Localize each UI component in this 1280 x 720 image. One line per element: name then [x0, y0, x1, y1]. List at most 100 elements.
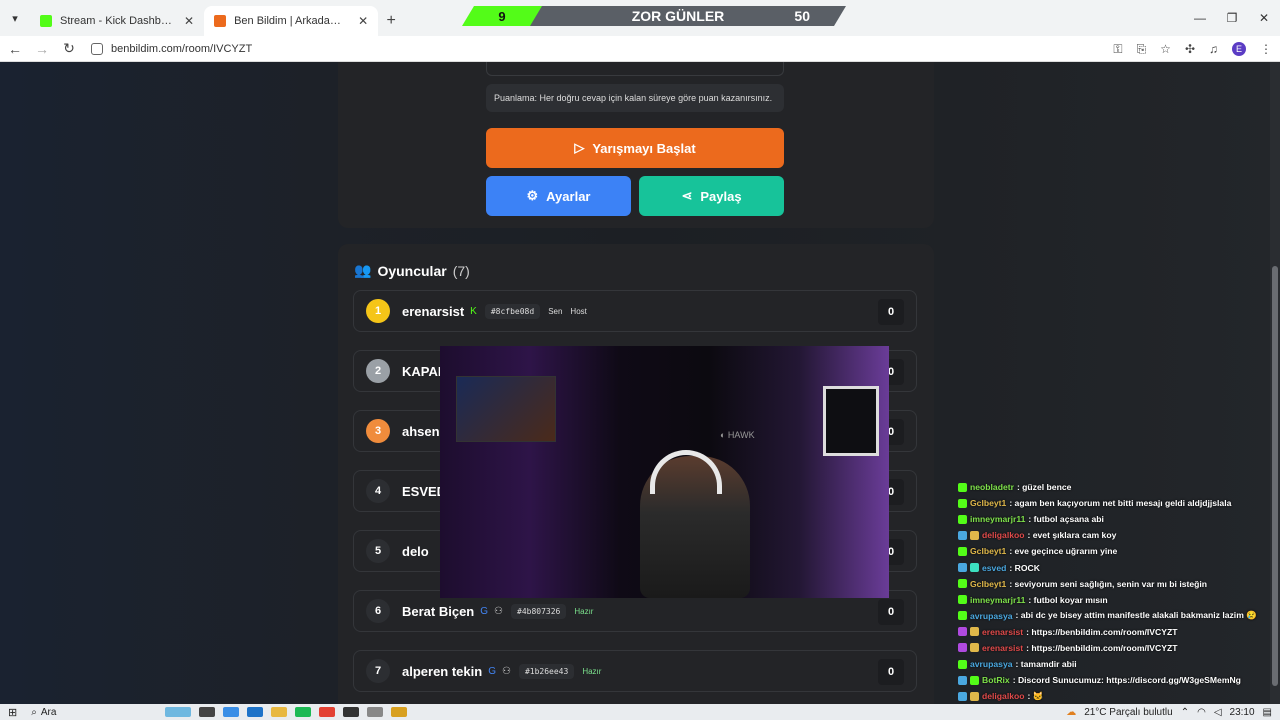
overlay-left-value: 9 [462, 6, 542, 26]
chrome-icon[interactable] [318, 707, 335, 717]
badge-icon [958, 643, 967, 653]
badge-icon [970, 563, 979, 573]
badge-icon [958, 530, 967, 540]
window-controls: — ❐ ✕ [1184, 0, 1280, 36]
badge-icon [970, 675, 979, 685]
chat-message: imneymarjr11: futbol açsana abi [958, 511, 1268, 527]
kick-app-icon[interactable] [342, 707, 359, 717]
spotify-icon[interactable] [294, 707, 311, 717]
edge-icon[interactable] [246, 707, 263, 717]
chat-message: Gclbeyt1: seviyorum seni sağlığın, senin… [958, 576, 1268, 592]
scoring-info: Puanlama: Her doğru cevap için kalan sür… [486, 84, 784, 112]
extensions-icon[interactable]: ✣ [1185, 42, 1195, 56]
toolbar-actions: ⚿ ⎘ ☆ ✣ ♫ E ⋮ [1113, 36, 1272, 62]
wifi-icon[interactable]: ◠ [1197, 707, 1206, 718]
app-icon[interactable] [390, 707, 407, 717]
badge-icon [958, 595, 967, 605]
chat-overlay: neobladetr: güzel bence Gclbeyt1: agam b… [958, 479, 1268, 704]
player-name: delo [402, 543, 429, 559]
chat-user: esved [982, 562, 1007, 573]
profile-avatar[interactable]: E [1232, 42, 1246, 56]
notifications-icon[interactable]: ▤ [1263, 707, 1272, 718]
stream-goal-overlay: ZOR GÜNLER 50 9 [462, 6, 846, 26]
chat-text: : https://benbildim.com/room/IVCYZT [1026, 642, 1178, 653]
chat-message: esved: ROCK [958, 559, 1268, 575]
widgets-icon[interactable] [164, 707, 191, 717]
start-quiz-button[interactable]: ▷ Yarışmayı Başlat [486, 128, 784, 168]
clock[interactable]: 23:10 [1230, 707, 1255, 718]
badge-icon [958, 546, 967, 556]
chat-message: imneymarjr11: futbol koyar mısın [958, 592, 1268, 608]
share-button[interactable]: ⋖ Paylaş [639, 176, 784, 216]
menu-kebab-icon[interactable]: ⋮ [1260, 42, 1272, 56]
chat-user: erenarsist [982, 626, 1024, 637]
chat-user: neobladetr [970, 482, 1014, 493]
settings-button[interactable]: ⚙ Ayarlar [486, 176, 631, 216]
player-code: #4b807326 [511, 603, 567, 619]
media-control-icon[interactable]: ♫ [1209, 42, 1218, 56]
player-rank: 4 [366, 479, 390, 503]
tab-search-icon[interactable]: ▾ [0, 0, 30, 36]
reload-icon[interactable]: ↻ [57, 40, 81, 57]
badge-icon [958, 627, 967, 637]
chat-message: deligalkoo: evet şıklara cam koy [958, 527, 1268, 543]
new-tab-button[interactable]: + [378, 6, 404, 36]
password-key-icon[interactable]: ⚿ [1113, 42, 1122, 57]
chat-message: neobladetr: güzel bence [958, 479, 1268, 495]
chat-message: Gclbeyt1: agam ben kaçıyorum net bitti m… [958, 495, 1268, 511]
tab-benbildim[interactable]: Ben Bildim | Arkadaşlarınla Onl ✕ [204, 6, 379, 36]
url-text: benbildim.com/room/IVCYZT [111, 42, 253, 55]
tab-close-icon[interactable]: ✕ [358, 14, 368, 28]
restore-icon[interactable]: ❐ [1216, 0, 1248, 36]
overlay-right-value: 50 [794, 8, 810, 24]
badge-icon [958, 563, 967, 573]
bookmark-star-icon[interactable]: ☆ [1160, 42, 1171, 56]
room-controls-card: Puanlama: Her doğru cevap için kalan sür… [338, 62, 934, 228]
chat-text: : eve geçince uğrarım yine [1009, 546, 1118, 557]
wall-painting [456, 376, 556, 442]
overlay-title: ZOR GÜNLER [631, 8, 725, 24]
player-code: #1b26ee43 [518, 663, 575, 679]
player-name: alperen tekin [402, 663, 483, 679]
chat-message: Gclbeyt1: eve geçince uğrarım yine [958, 543, 1268, 559]
back-icon[interactable]: ← [3, 41, 27, 57]
chat-text: : ROCK [1009, 562, 1040, 573]
badge-icon [970, 691, 979, 701]
player-rank: 3 [366, 419, 390, 443]
tab-close-icon[interactable]: ✕ [184, 14, 194, 28]
player-rank: 1 [366, 299, 390, 323]
chat-text: : evet şıklara cam koy [1027, 530, 1117, 541]
file-explorer-icon[interactable] [270, 707, 287, 717]
copilot-icon[interactable] [222, 707, 239, 717]
scrollbar-thumb[interactable] [1272, 266, 1278, 686]
search-icon[interactable]: ⌕ [31, 707, 37, 718]
site-info-icon[interactable] [91, 42, 103, 55]
volume-icon[interactable]: ◁ [1214, 707, 1222, 718]
chat-user: avrupasya [970, 610, 1013, 621]
benbildim-favicon-icon [214, 15, 227, 27]
forward-icon[interactable]: → [30, 41, 54, 57]
chat-message: avrupasya: abi dc ye bisey attim manifes… [958, 608, 1268, 624]
play-icon: ▷ [574, 140, 585, 155]
close-window-icon[interactable]: ✕ [1248, 0, 1280, 36]
browser-toolbar: ← → ↻ benbildim.com/room/IVCYZT ⚿ ⎘ ☆ ✣ … [0, 36, 1280, 62]
task-view-icon[interactable] [198, 707, 215, 717]
player-name: erenarsist [402, 303, 465, 319]
tab-kick-dashboard[interactable]: Stream - Kick Dashboard ✕ [30, 6, 204, 36]
settings-field [486, 62, 784, 76]
install-app-icon[interactable]: ⎘ [1137, 42, 1147, 57]
obs-icon[interactable] [366, 707, 383, 717]
address-bar[interactable]: benbildim.com/room/IVCYZT [91, 42, 253, 55]
player-score: 0 [878, 299, 904, 325]
taskbar-search[interactable]: Ara [41, 707, 161, 718]
windows-start-icon[interactable]: ⊞ [8, 706, 17, 719]
chat-message: BotRix: Discord Sunucumuz: https://disco… [958, 672, 1268, 688]
google-icon: G [480, 605, 489, 617]
player-rank: 5 [366, 539, 390, 563]
tray-arrow-icon[interactable]: ⌃ [1181, 707, 1189, 718]
tab-title: Stream - Kick Dashboard [60, 15, 172, 27]
players-header: 👥 Oyuncular (7) [354, 262, 470, 279]
minimize-icon[interactable]: — [1184, 0, 1216, 36]
player-row: 7 alperen tekin G ⚇ #1b26ee43 Hazır 0 [353, 650, 917, 692]
you-tag: Sen [548, 306, 563, 316]
